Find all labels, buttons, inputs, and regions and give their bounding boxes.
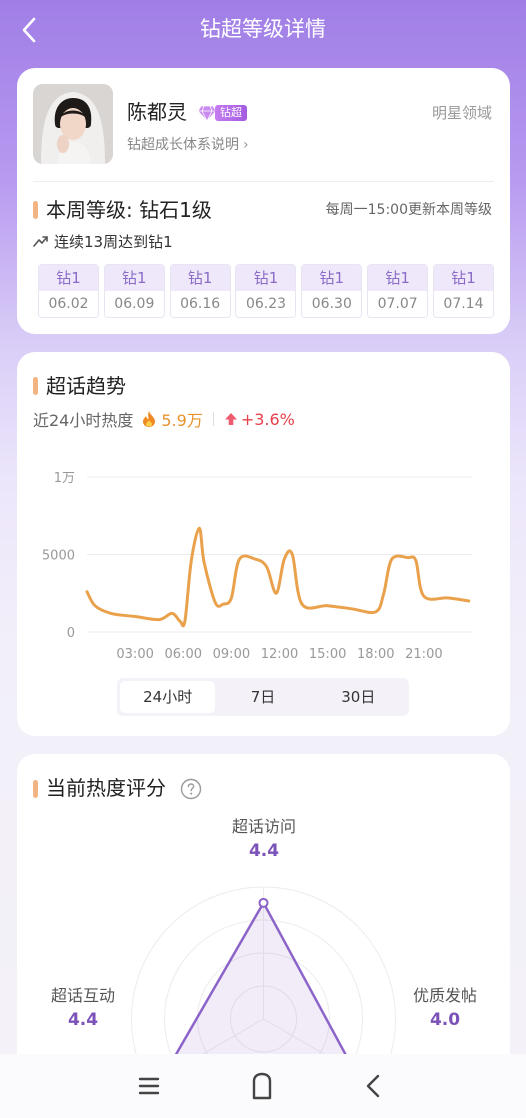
y-tick-label: 1万: [54, 471, 75, 486]
growth-system-link[interactable]: 钻超成长体系说明 ›: [127, 134, 249, 156]
x-tick-label: 15:00: [309, 647, 346, 662]
week-cell: 钻1 06.02: [38, 264, 99, 318]
weekly-level-history: 钻1 06.02 钻1 06.09 钻1 06.16 钻1 06.23 钻1 06.30 …: [38, 264, 494, 318]
tab-7d[interactable]: 7日: [215, 681, 310, 713]
week-cell: 钻1 07.07: [367, 264, 429, 318]
week-date: 06.09: [104, 291, 164, 317]
diamond-icon: [197, 105, 217, 122]
avatar-image: [33, 84, 113, 164]
home-icon[interactable]: [242, 1068, 282, 1104]
separator: [212, 412, 214, 426]
x-tick-label: 12:00: [261, 647, 298, 662]
week-cell: 钻1 06.16: [169, 264, 231, 318]
axis-label-visit: 超话访问: [231, 817, 296, 836]
axis-label-interact: 超话互动: [50, 986, 115, 1005]
x-tick-label: 03:00: [116, 647, 153, 662]
radar-point: [258, 897, 269, 908]
week-date: 06.02: [39, 291, 98, 317]
system-nav-bar: [0, 1054, 526, 1118]
radar-area: [161, 901, 357, 1079]
tab-30d[interactable]: 30日: [311, 681, 406, 713]
title-accent-bar: [33, 377, 38, 395]
axis-value-visit: 4.4: [248, 841, 280, 861]
menu-icon[interactable]: [129, 1068, 169, 1104]
title-accent-bar: [33, 201, 38, 219]
trend-chart: 0 5000 1万 03:00 06:00 09:00 12:00 15:00 18:00 21:…: [42, 471, 472, 662]
badge-label: 钻超: [215, 105, 247, 121]
week-date: 06.30: [302, 291, 362, 317]
weekly-level-title: 本周等级: 钻石1级: [46, 198, 212, 222]
week-level: 钻1: [302, 265, 362, 291]
top-bar: 钻超等级详情: [0, 0, 526, 62]
update-note: 每周一15:00更新本周等级: [325, 202, 492, 218]
divider: [33, 181, 494, 182]
heat-label: 近24小时热度: [33, 411, 134, 430]
week-level: 钻1: [368, 265, 428, 291]
axis-value-interact: 4.4: [67, 1010, 99, 1030]
streak-text: 连续13周达到钻1: [54, 232, 173, 251]
arrow-up-icon: [224, 413, 237, 425]
week-level: 钻1: [170, 265, 230, 291]
x-tick-label: 06:00: [165, 647, 202, 662]
trend-card: 超话趋势 近24小时热度 5.9万 +3.6% 0 5000 1万 03:00 06:0…: [17, 352, 510, 736]
chevron-right-icon: ›: [243, 137, 249, 153]
page-title: 钻超等级详情: [200, 17, 326, 41]
growth-link-text: 钻超成长体系说明: [127, 137, 239, 153]
week-cell: 钻1 06.09: [103, 264, 165, 318]
avatar[interactable]: [33, 84, 113, 164]
week-level: 钻1: [236, 265, 296, 291]
series-line: [85, 526, 471, 628]
week-date: 07.07: [368, 291, 428, 317]
profile-name: 陈都灵: [127, 100, 187, 124]
heat-value: 5.9万: [161, 411, 203, 430]
axis-value-post: 4.0: [429, 1010, 461, 1030]
heat-change: +3.6%: [240, 409, 295, 429]
x-tick-label: 21:00: [405, 647, 442, 662]
heat-summary: 近24小时热度 5.9万 +3.6%: [33, 408, 295, 431]
week-cell: 钻1 07.14: [432, 264, 494, 318]
week-level: 钻1: [104, 265, 164, 291]
x-tick-label: 18:00: [357, 647, 394, 662]
week-level: 钻1: [433, 265, 493, 291]
level-card: 陈都灵 钻超 钻超成长体系说明 › 明星领域 本周等级: 钻石1级 每周一15:0…: [17, 68, 510, 334]
week-cell: 钻1 06.23: [235, 264, 297, 318]
range-tabs: 24小时 7日 30日: [117, 678, 409, 716]
week-date: 06.16: [170, 291, 230, 317]
tab-24h[interactable]: 24小时: [120, 681, 216, 713]
x-tick-label: 09:00: [213, 647, 250, 662]
week-cell: 钻1 06.30: [301, 264, 363, 318]
field-label: 明星领域: [431, 104, 492, 122]
streak-info: 连续13周达到钻1: [33, 230, 173, 252]
y-tick-label: 5000: [42, 549, 75, 564]
y-tick-label: 0: [67, 626, 75, 641]
week-level: 钻1: [39, 265, 98, 291]
week-date: 06.23: [236, 291, 296, 317]
fire-icon: [143, 411, 156, 427]
week-date: 07.14: [433, 291, 493, 317]
trend-title: 超话趋势: [46, 374, 126, 398]
back-icon[interactable]: [354, 1068, 394, 1104]
trend-up-icon: [33, 236, 48, 247]
diamond-badge: 钻超: [197, 104, 247, 122]
axis-label-post: 优质发帖: [412, 986, 477, 1005]
